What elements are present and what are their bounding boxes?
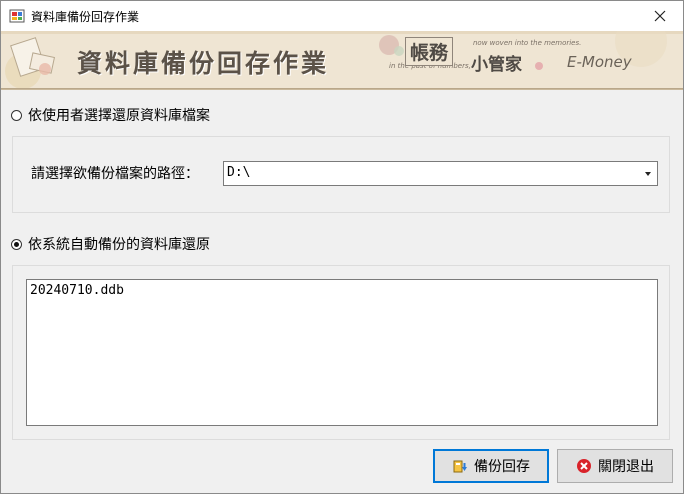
banner-brand-sub: 小管家 <box>471 55 522 75</box>
auto-backup-group: 20240710.ddb <box>12 265 670 440</box>
exit-icon <box>576 458 592 474</box>
option-auto-radio[interactable]: 依系統自動備份的資料庫還原 <box>11 234 210 254</box>
database-restore-icon <box>452 458 468 474</box>
path-combobox[interactable]: D:\ <box>223 161 658 186</box>
app-icon <box>9 8 25 24</box>
banner-tagline-right: now woven into the memories. <box>473 39 582 47</box>
option-file-radio[interactable]: 依使用者選擇還原資料庫檔案 <box>11 105 210 125</box>
chevron-down-icon <box>645 172 651 176</box>
restore-button-label: 備份回存 <box>474 459 530 475</box>
backup-file-list[interactable]: 20240710.ddb <box>26 279 658 426</box>
main-window: 資料庫備份回存作業 資料庫備份回存作業 in the past of numbe… <box>0 0 684 494</box>
option-auto-label: 依系統自動備份的資料庫還原 <box>28 237 210 253</box>
radio-checked-icon <box>11 238 22 250</box>
path-label: 請選擇欲備份檔案的路徑： <box>31 166 199 182</box>
file-path-group: 請選擇欲備份檔案的路徑： D:\ <box>12 136 670 213</box>
banner-brand: 帳務 <box>405 37 454 66</box>
exit-button[interactable]: 關閉退出 <box>557 449 673 483</box>
close-button[interactable] <box>637 1 683 31</box>
banner-emoney: E-Money <box>567 53 632 71</box>
window-title: 資料庫備份回存作業 <box>31 10 140 24</box>
close-icon <box>654 10 666 22</box>
exit-button-label: 關閉退出 <box>598 459 654 475</box>
title-bar: 資料庫備份回存作業 <box>1 1 683 31</box>
option-file-label: 依使用者選擇還原資料庫檔案 <box>28 108 210 124</box>
restore-button[interactable]: 備份回存 <box>433 449 549 483</box>
path-value: D:\ <box>227 165 251 180</box>
radio-unchecked-icon <box>11 109 22 121</box>
header-banner: 資料庫備份回存作業 in the past of numbers, 帳務 now… <box>1 31 683 90</box>
banner-title: 資料庫備份回存作業 <box>77 49 330 78</box>
list-item[interactable]: 20240710.ddb <box>30 283 124 298</box>
